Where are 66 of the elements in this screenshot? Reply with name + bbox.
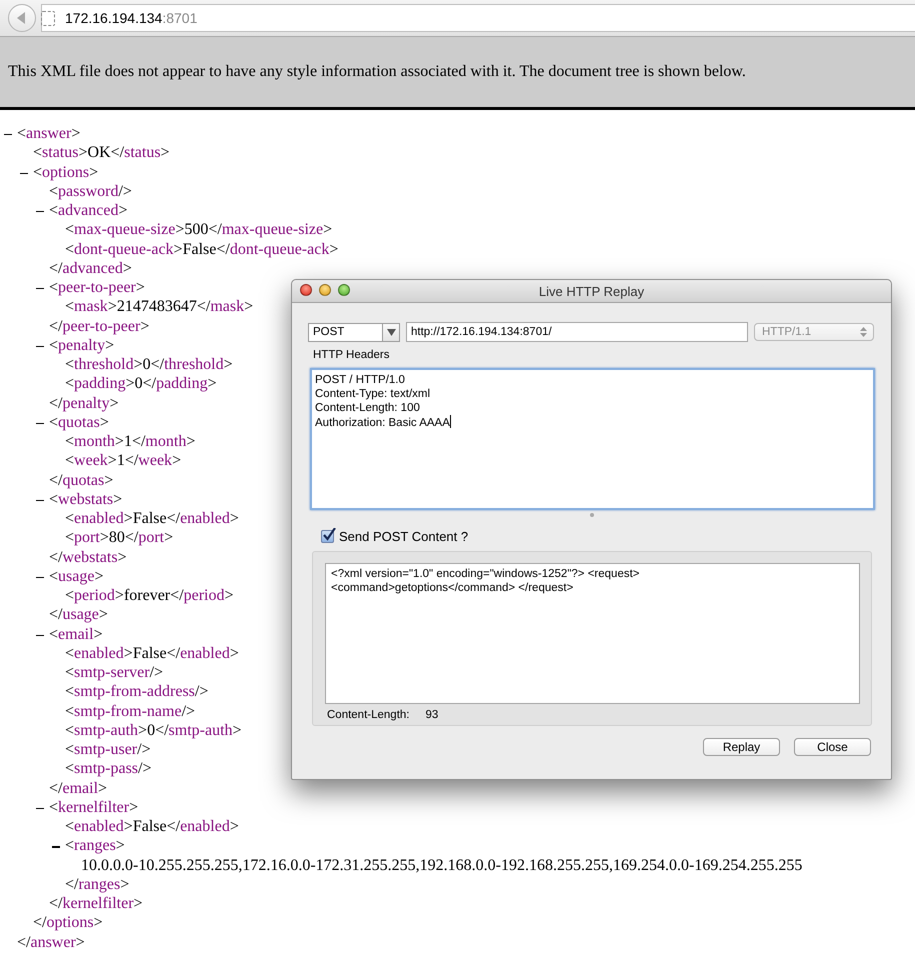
method-dropdown[interactable]: POST <box>308 322 400 342</box>
xml-element: <smtp-auth>0</smtp-auth> <box>65 722 242 739</box>
xml-tag: <password/> <box>49 182 132 200</box>
xml-tag: </peer-to-peer> <box>49 318 150 334</box>
dialog-title: Live HTTP Replay <box>538 284 644 298</box>
dropdown-arrow-icon <box>386 328 396 336</box>
xml-text: 10.0.0.0-10.255.255.255,172.16.0.0-172.31.255.255,192.168.0.0-192.168.255.255,169.254.0.0-169.254.255.255 <box>81 856 802 874</box>
resize-grip-icon[interactable] <box>590 513 594 517</box>
headers-label: HTTP Headers <box>313 349 390 363</box>
xml-tag: <peer-to-peer> <box>49 279 145 296</box>
checkbox-icon[interactable] <box>321 530 334 543</box>
xml-tag: <smtp-pass/> <box>65 760 152 778</box>
address-field[interactable]: 172.16.194.134:8701 <box>41 4 915 32</box>
xml-element: <threshold>0</threshold> <box>65 356 233 373</box>
xml-tag: <penalty> <box>49 336 114 354</box>
xml-tag: <advanced> <box>49 202 128 219</box>
xml-element: <month>1</month> <box>65 433 196 450</box>
xml-element: <padding>0</padding> <box>65 375 217 392</box>
xml-tag: <usage> <box>49 568 104 585</box>
zoom-window-icon[interactable] <box>338 284 350 296</box>
xml-element: <port>80</port> <box>65 529 174 546</box>
close-window-icon[interactable] <box>300 284 312 296</box>
url-field[interactable]: http://172.16.194.134:8701/ <box>406 322 748 342</box>
xml-element: <enabled>False</enabled> <box>65 510 239 527</box>
xml-tag: </penalty> <box>49 394 119 412</box>
xml-tag: <email> <box>49 626 103 642</box>
xml-tag: </options> <box>33 914 103 932</box>
xml-tag: <ranges> <box>65 837 125 854</box>
xml-tag: <smtp-from-address/> <box>65 683 208 700</box>
xml-tag: <smtp-from-name/> <box>65 702 196 720</box>
xml-tag: <smtp-user/> <box>65 741 151 758</box>
xml-element: <enabled>False</enabled> <box>65 818 239 835</box>
xml-tag: <kernelfilter> <box>49 798 138 816</box>
send-post-checkbox[interactable]: Send POST Content ? <box>321 529 468 544</box>
headers-text-area[interactable]: POST / HTTP/1.0 Content-Type: text/xml Content-Length: 100 Authorization: Basic AAAA <box>310 368 875 510</box>
post-content-text-area[interactable]: <?xml version="1.0" encoding="windows-1252"?> <request> <command>getoptions</command> </request> <box>325 563 860 704</box>
xml-tag: <quotas> <box>49 414 109 431</box>
back-arrow-icon <box>15 11 27 25</box>
xml-tag: </advanced> <box>49 260 132 277</box>
content-length-value: 93 <box>425 709 438 721</box>
xml-tag: </ranges> <box>65 876 130 893</box>
stepper-arrows-icon <box>860 327 867 337</box>
xml-tag: <webstats> <box>49 490 122 508</box>
xml-tag: <smtp-server/> <box>65 664 164 681</box>
xml-element: <week>1</week> <box>65 452 182 470</box>
xml-element: <max-queue-size>500</max-queue-size> <box>65 221 332 238</box>
xml-tag: </webstats> <box>49 548 127 566</box>
xml-element: <dont-queue-ack>False</dont-queue-ack> <box>65 240 338 258</box>
minimize-window-icon[interactable] <box>319 284 331 296</box>
address-text: 172.16.194.134:8701 <box>65 10 198 26</box>
xml-element: <period>forever</period> <box>65 587 234 604</box>
content-length-label: Content-Length: <box>327 709 410 721</box>
notice-text: This XML file does not appear to have any style information associated with it. The document tree is shown below. <box>8 63 746 81</box>
xml-element: <status>OK</status> <box>33 144 170 162</box>
xml-tag: <answer> <box>17 125 80 142</box>
dialog-button[interactable]: Replay <box>703 738 780 756</box>
xml-tag: <options> <box>33 164 98 180</box>
xml-tag: </usage> <box>49 606 108 624</box>
xml-element: <mask>2147483647</mask> <box>65 298 254 316</box>
page-icon <box>41 10 55 26</box>
dialog-button[interactable]: Close <box>794 738 871 756</box>
xml-tag: </kernelfilter> <box>49 895 143 912</box>
xml-tag: </email> <box>49 780 108 796</box>
xml-element: <enabled>False</enabled> <box>65 644 239 662</box>
xml-tag: </answer> <box>17 934 85 950</box>
xml-tag: </quotas> <box>49 472 114 488</box>
